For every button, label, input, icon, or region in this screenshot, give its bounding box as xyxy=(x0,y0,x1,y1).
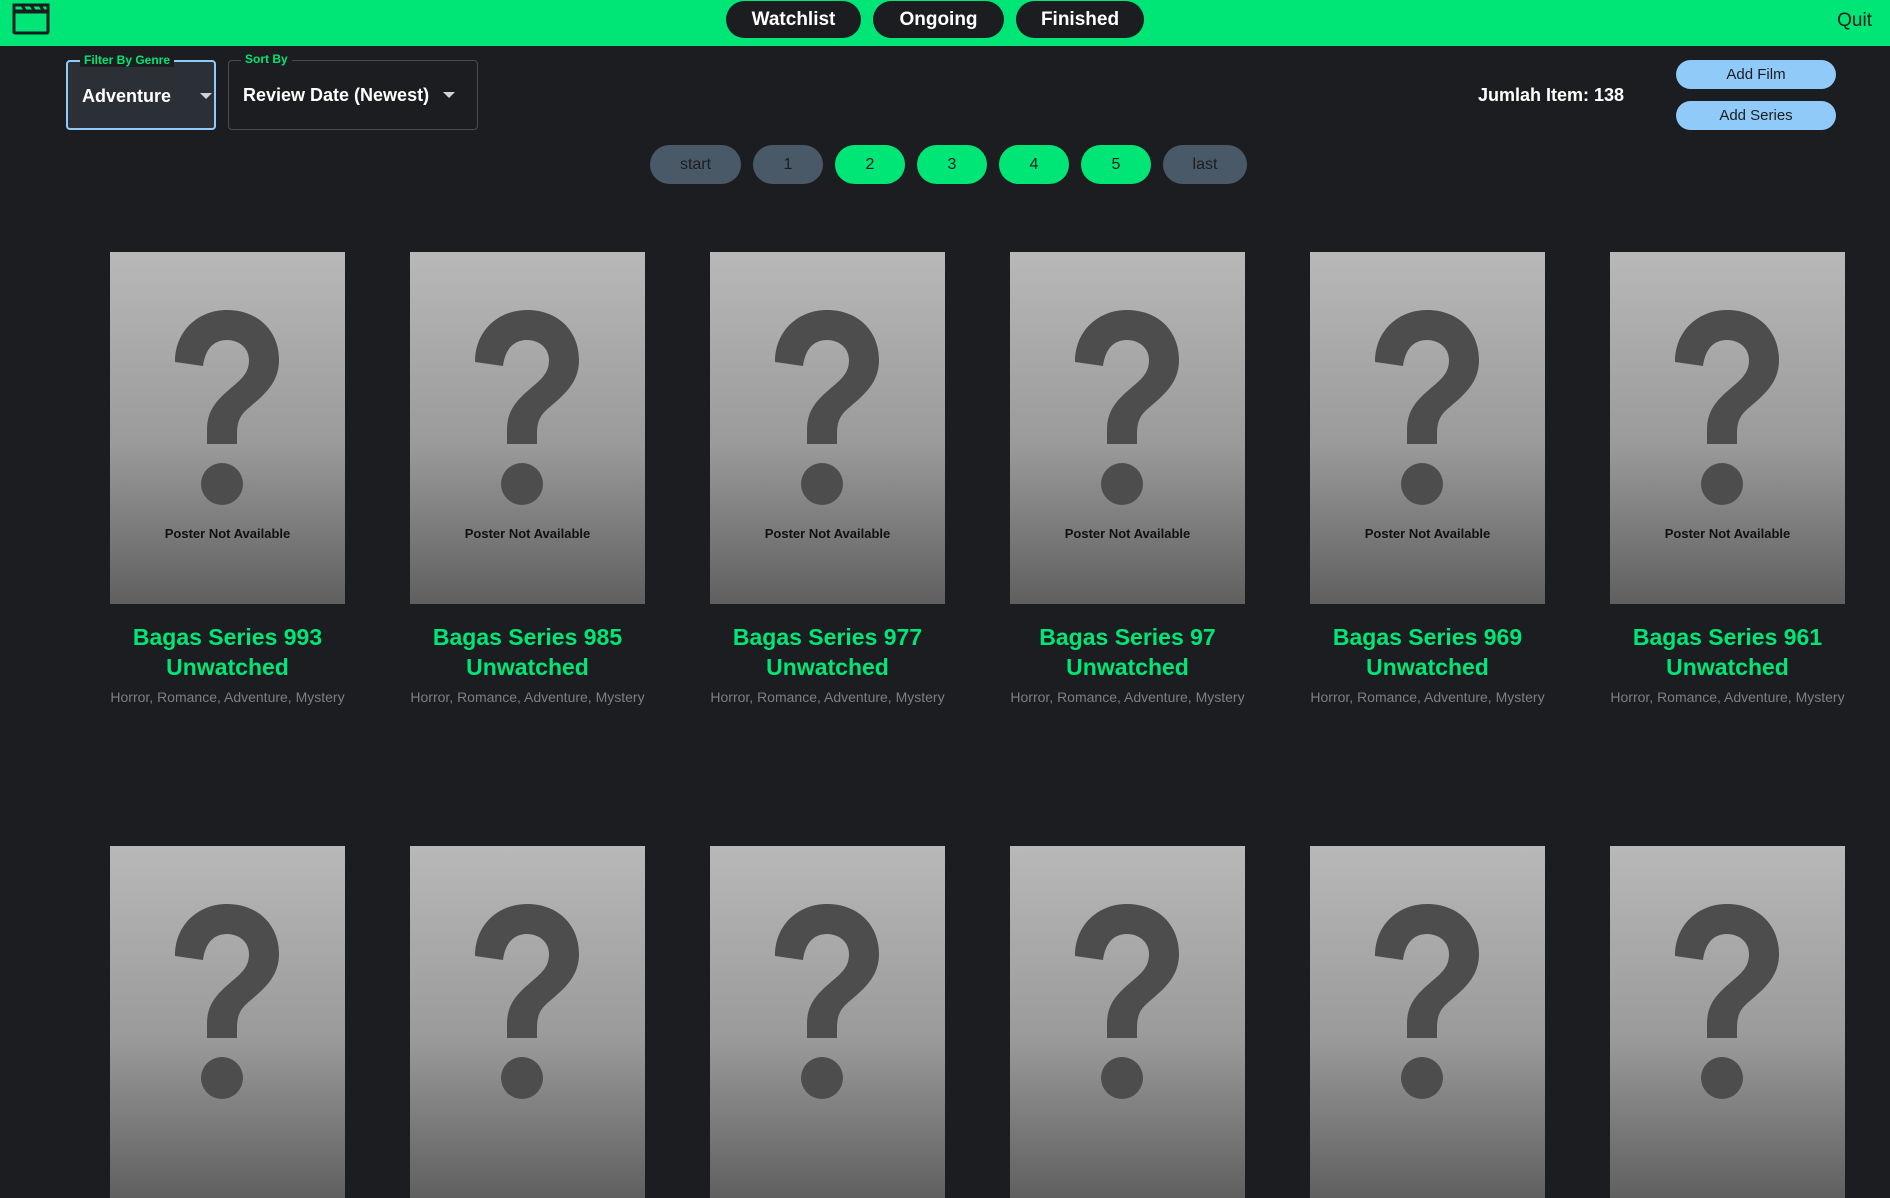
card-genres: Horror, Romance, Adventure, Mystery xyxy=(1010,689,1245,705)
question-mark-icon xyxy=(175,904,279,1099)
media-card[interactable] xyxy=(110,846,345,1198)
poster-placeholder: Poster Not Available xyxy=(1310,252,1545,604)
question-mark-icon xyxy=(1075,310,1179,505)
page-1-button[interactable]: 1 xyxy=(753,145,823,184)
poster-placeholder xyxy=(110,846,345,1198)
media-card[interactable]: Poster Not Available Bagas Series 985 Un… xyxy=(410,252,645,705)
top-nav-bar: Watchlist Ongoing Finished Quit xyxy=(0,0,1890,46)
poster-placeholder xyxy=(1310,846,1545,1198)
add-series-button[interactable]: Add Series xyxy=(1676,101,1836,130)
sort-by-value: Review Date (Newest) xyxy=(243,85,430,105)
page-3-button[interactable]: 3 xyxy=(917,145,987,184)
card-status: Unwatched xyxy=(466,654,589,680)
chevron-down-icon xyxy=(200,93,212,99)
question-mark-icon xyxy=(775,904,879,1099)
media-card[interactable]: Poster Not Available Bagas Series 993 Un… xyxy=(110,252,345,705)
media-card[interactable] xyxy=(1310,846,1545,1198)
card-title: Bagas Series 985 xyxy=(432,624,623,650)
question-mark-icon xyxy=(175,310,279,505)
question-mark-icon xyxy=(1375,310,1479,505)
question-mark-icon xyxy=(1075,904,1179,1099)
tab-finished[interactable]: Finished xyxy=(1016,1,1144,38)
poster-placeholder xyxy=(410,846,645,1198)
page-last-button[interactable]: last xyxy=(1163,145,1247,184)
genre-filter-select[interactable]: Filter By Genre Adventure xyxy=(66,53,216,130)
page-2-button[interactable]: 2 xyxy=(835,145,905,184)
card-title: Bagas Series 969 xyxy=(1332,624,1523,650)
poster-unavailable-text: Poster Not Available xyxy=(1064,526,1191,541)
card-genres: Horror, Romance, Adventure, Mystery xyxy=(710,689,945,705)
question-mark-icon xyxy=(475,904,579,1099)
media-card[interactable]: Poster Not Available Bagas Series 961 Un… xyxy=(1610,252,1845,705)
card-title: Bagas Series 977 xyxy=(732,624,923,650)
question-mark-icon xyxy=(475,310,579,505)
question-mark-icon xyxy=(1675,310,1779,505)
card-genres: Horror, Romance, Adventure, Mystery xyxy=(110,689,345,705)
card-status: Unwatched xyxy=(766,654,889,680)
sort-by-label: Sort By xyxy=(241,52,292,66)
chevron-down-icon xyxy=(443,92,455,98)
poster-placeholder xyxy=(1010,846,1245,1198)
poster-unavailable-text: Poster Not Available xyxy=(464,526,591,541)
pagination: start 1 2 3 4 5 last xyxy=(650,145,1247,184)
media-card[interactable] xyxy=(1610,846,1845,1198)
card-status: Unwatched xyxy=(1366,654,1489,680)
card-status: Unwatched xyxy=(1066,654,1189,680)
card-genres: Horror, Romance, Adventure, Mystery xyxy=(1310,689,1545,705)
page-start-button[interactable]: start xyxy=(650,145,741,184)
poster-placeholder: Poster Not Available xyxy=(1610,252,1845,604)
question-mark-icon xyxy=(1375,904,1479,1099)
card-title: Bagas Series 993 xyxy=(132,624,323,650)
genre-filter-value: Adventure xyxy=(82,86,172,106)
genre-filter-label: Filter By Genre xyxy=(80,53,175,67)
media-card[interactable]: Poster Not Available Bagas Series 977 Un… xyxy=(710,252,945,705)
card-status: Unwatched xyxy=(1666,654,1789,680)
poster-placeholder: Poster Not Available xyxy=(1010,252,1245,604)
poster-placeholder: Poster Not Available xyxy=(110,252,345,604)
sort-by-select[interactable]: Sort By Review Date (Newest) xyxy=(228,52,478,130)
card-genres: Horror, Romance, Adventure, Mystery xyxy=(1610,689,1845,705)
poster-placeholder: Poster Not Available xyxy=(710,252,945,604)
poster-unavailable-text: Poster Not Available xyxy=(164,526,291,541)
card-title: Bagas Series 97 xyxy=(1039,624,1216,650)
poster-placeholder: Poster Not Available xyxy=(410,252,645,604)
item-count: Jumlah Item: 138 xyxy=(1478,85,1625,105)
poster-unavailable-text: Poster Not Available xyxy=(1364,526,1491,541)
poster-unavailable-text: Poster Not Available xyxy=(764,526,891,541)
quit-button[interactable]: Quit xyxy=(1837,10,1872,32)
media-card[interactable]: Poster Not Available Bagas Series 97 Unw… xyxy=(1010,252,1245,705)
card-title: Bagas Series 961 xyxy=(1632,624,1823,650)
tab-watchlist[interactable]: Watchlist xyxy=(726,1,861,38)
question-mark-icon xyxy=(775,310,879,505)
tab-ongoing[interactable]: Ongoing xyxy=(873,1,1004,38)
media-card[interactable] xyxy=(710,846,945,1198)
main-tabs: Watchlist Ongoing Finished xyxy=(726,1,1144,38)
poster-placeholder xyxy=(710,846,945,1198)
card-status: Unwatched xyxy=(166,654,289,680)
media-card[interactable]: Poster Not Available Bagas Series 969 Un… xyxy=(1310,252,1545,705)
card-genres: Horror, Romance, Adventure, Mystery xyxy=(410,689,645,705)
poster-unavailable-text: Poster Not Available xyxy=(1664,526,1791,541)
add-film-button[interactable]: Add Film xyxy=(1676,60,1836,89)
page-4-button[interactable]: 4 xyxy=(999,145,1069,184)
media-card[interactable] xyxy=(1010,846,1245,1198)
page-5-button[interactable]: 5 xyxy=(1081,145,1151,184)
clapperboard-icon[interactable] xyxy=(12,3,50,35)
question-mark-icon xyxy=(1675,904,1779,1099)
poster-placeholder xyxy=(1610,846,1845,1198)
media-card[interactable] xyxy=(410,846,645,1198)
